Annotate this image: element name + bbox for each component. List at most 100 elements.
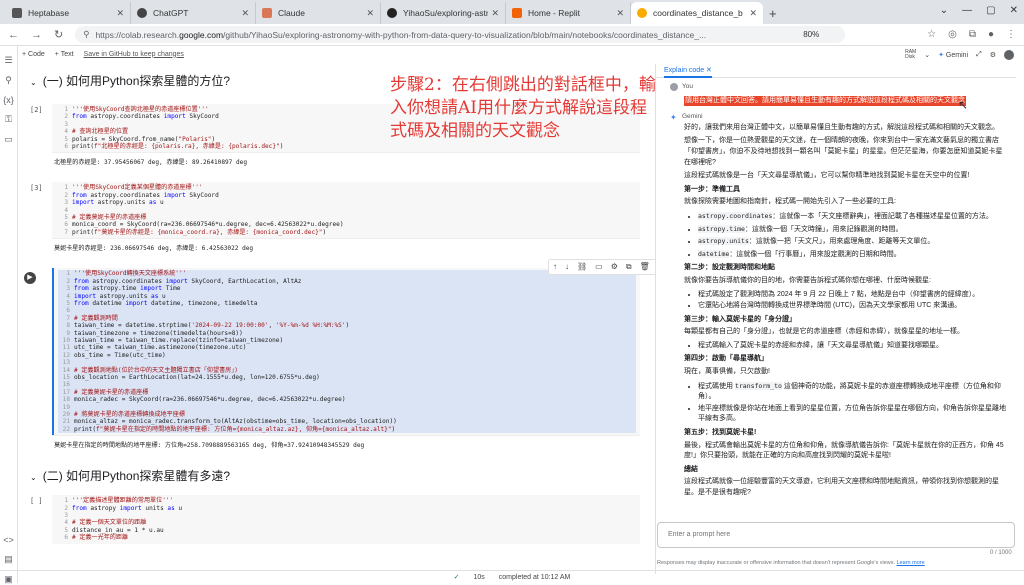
tab-colab[interactable]: coordinates_distance_b ✕: [631, 2, 763, 24]
settings-icon[interactable]: ⚙: [990, 51, 996, 59]
cell-output: 莫妮卡星在指定的時間地點的地平座標: 方位角=258.7098889563165…: [52, 435, 640, 453]
user-avatar[interactable]: [1004, 50, 1014, 60]
mouse-cursor-icon: ↖: [958, 98, 969, 112]
link-icon[interactable]: ⛓: [577, 262, 587, 272]
colab-left-sidebar: ☰ ⚲ {x} ⚿ ▭ <> ▤ ▣: [0, 46, 18, 584]
variables-icon[interactable]: {x}: [0, 95, 17, 105]
tab-chatgpt[interactable]: ChatGPT ✕: [131, 2, 256, 24]
list-item: 程式碼設定了觀測時間為 2024 年 9 月 22 日晚上 7 點，地點是台中（…: [698, 290, 1008, 301]
runtime-dropdown-icon[interactable]: ⌄: [924, 51, 930, 59]
command-palette-icon[interactable]: ▤: [0, 554, 17, 565]
learn-more-link[interactable]: Learn more: [897, 560, 925, 566]
reload-icon[interactable]: ↻: [54, 28, 63, 41]
tab-label: Explain code: [664, 66, 705, 74]
tab-title: Home - Replit: [528, 8, 580, 18]
search-icon[interactable]: ⚲: [0, 75, 17, 86]
list-item: 它還貼心地將台灣時間轉換成世界標準時間 (UTC)，因為天文學家都用 UTC 來…: [698, 301, 1008, 312]
item-text: ：這就像一個「天文時鐘」，用來記錄觀測的時間。: [744, 225, 903, 233]
user-header: You: [670, 82, 1008, 93]
heading-text: (一) 如何用Python探索星體的方位?: [42, 74, 231, 88]
new-tab-button[interactable]: +: [763, 6, 783, 24]
minimize-icon[interactable]: —: [962, 5, 972, 16]
gemini-response: 好的，讓我們來用台灣正體中文，以簡單易懂且生動有趣的方式，解說這段程式碼和相關的…: [684, 123, 1008, 499]
comment-icon[interactable]: ▭: [595, 262, 603, 272]
close-icon[interactable]: ✕: [366, 8, 374, 19]
profile-icon[interactable]: ●: [988, 29, 994, 40]
cell-exec-count: [ ]: [30, 497, 43, 506]
address-bar-row: ← → ↻ ⚲ https://colab.research. google.co…: [0, 24, 1024, 46]
tab-claude[interactable]: Claude ✕: [256, 2, 381, 24]
delete-icon[interactable]: 🗑: [640, 262, 650, 272]
mirror-icon[interactable]: ⧉: [626, 262, 632, 272]
add-code-button[interactable]: + Code: [22, 51, 45, 58]
response-paragraph: 這段程式碼就像一位經驗豐富的天文導遊，它利用天文座標和時間地點資訊，帶領你找到你…: [684, 478, 999, 496]
collapse-chevron-icon[interactable]: ⌄: [30, 78, 37, 87]
zoom-level[interactable]: 80%: [799, 30, 824, 39]
close-icon[interactable]: ✕: [116, 8, 124, 19]
section-title: 第二步：設定觀測時間和地點: [684, 264, 775, 272]
url-input[interactable]: ⚲ https://colab.research. google.com/gith…: [75, 26, 846, 43]
cell-settings-icon[interactable]: ⚙: [611, 262, 618, 272]
add-text-button[interactable]: + Text: [55, 51, 74, 58]
code-term: transform_to: [734, 381, 782, 390]
run-cell-button[interactable]: ▶: [24, 272, 36, 284]
code-cell-3[interactable]: 1 '''使用SkyCoord轉換天文座標系統''' 2 from astropy.…: [28, 268, 640, 453]
move-up-icon[interactable]: ↑: [553, 262, 557, 272]
completed-status: completed at 10:12 AM: [498, 573, 571, 581]
files-icon[interactable]: ▭: [0, 134, 17, 145]
browser-tab-bar: Heptabase ✕ ChatGPT ✕ Claude ✕ YihaoSu/expl…: [0, 0, 1024, 24]
bookmark-star-icon[interactable]: ☆: [927, 29, 936, 40]
gemini-button[interactable]: ✦ Gemini: [938, 51, 968, 59]
window-controls: ⌄ — ▢ ✕: [940, 5, 1018, 16]
colab-toolbar: + Code + Text Save in GitHub to keep cha…: [18, 46, 650, 62]
toc-icon[interactable]: ☰: [0, 55, 17, 66]
list-item: 程式碼輸入了莫妮卡星的赤經和赤緯，讓「天文尋星導航儀」知道要找哪顆星。: [698, 341, 1008, 352]
char-counter: 0 / 1000: [990, 550, 1012, 556]
bullet-list: 程式碼輸入了莫妮卡星的赤經和赤緯，讓「天文尋星導航儀」知道要找哪顆星。: [698, 341, 1008, 352]
code-cell-2[interactable]: [3] 1 '''使用SkyCoord定義某個星體的赤道座標''' 2 from a…: [28, 182, 640, 256]
you-label: You: [682, 83, 693, 90]
response-paragraph: 每顆星都有自己的「身分證」，也就是它的赤道座標（赤經和赤緯），就像星星的地址一樣…: [684, 328, 964, 336]
gemini-icon: ✦: [938, 52, 944, 59]
resource-meter[interactable]: RAM Disk: [905, 50, 916, 60]
prompt-input[interactable]: Enter a prompt here: [657, 522, 1015, 548]
forward-icon[interactable]: →: [31, 29, 42, 41]
code-editor[interactable]: 1 '''定義描述星體距離的常用單位''' 2 from astropy impor…: [52, 495, 640, 544]
code-cell-4[interactable]: [ ] 1 '''定義描述星體距離的常用單位''' 2 from astropy i…: [28, 495, 640, 544]
menu-icon[interactable]: ⋮: [1006, 29, 1016, 40]
chatgpt-icon: [137, 8, 147, 18]
secrets-icon[interactable]: ⚿: [0, 114, 17, 125]
code-editor[interactable]: 1 '''使用SkyCoord轉換天文座標系統''' 2 from astropy.…: [52, 268, 640, 436]
close-icon[interactable]: ✕: [749, 8, 757, 19]
cell-exec-count: [2]: [30, 106, 43, 114]
close-icon[interactable]: ✕: [616, 8, 624, 19]
response-paragraph: 好的，讓我們來用台灣正體中文，以簡單易懂且生動有趣的方式，解說這段程式碼和相關的…: [684, 123, 999, 131]
site-info-icon[interactable]: ⚲: [83, 29, 89, 40]
list-item: 程式碼使用 transform_to 這個神奇的功能，將莫妮卡星的赤道座標轉換成…: [698, 381, 1008, 403]
tab-title: Heptabase: [28, 8, 70, 18]
share-icon[interactable]: ⤢: [976, 51, 982, 59]
close-icon[interactable]: ✕: [491, 8, 499, 19]
toolbar-icons: ☆ ◎ ⧉ ● ⋮: [927, 29, 1016, 40]
close-icon[interactable]: ✕: [706, 67, 712, 74]
exec-duration: 10s: [473, 573, 485, 581]
move-down-icon[interactable]: ↓: [565, 262, 569, 272]
maximize-icon[interactable]: ▢: [986, 5, 995, 16]
tab-github[interactable]: YihaoSu/exploring-astro ✕: [381, 2, 506, 24]
collapse-chevron-icon[interactable]: ⌄: [30, 473, 37, 482]
tab-replit[interactable]: Home - Replit ✕: [506, 2, 631, 24]
tab-heptabase[interactable]: Heptabase ✕: [6, 2, 131, 24]
close-window-icon[interactable]: ✕: [1010, 5, 1018, 16]
extension-icon[interactable]: ◎: [948, 29, 957, 40]
tab-search-icon[interactable]: ⌄: [940, 5, 948, 16]
replit-icon: [512, 8, 522, 18]
tutorial-annotation: 步驟2：在右側跳出的對話框中，輸入你想請AI用什麼方式解說這段程式碼及相關的天文…: [390, 75, 656, 141]
response-paragraph: 想像一下，你是一位熱愛觀星的天文迷，在一個晴朗的夜晚，你來到台中一家充滿文藝氣息…: [684, 137, 1003, 166]
save-github-link[interactable]: Save in GitHub to keep changes: [84, 51, 184, 58]
code-editor[interactable]: 1 '''使用SkyCoord定義某個星體的赤道座標''' 2 from astro…: [52, 182, 640, 239]
back-icon[interactable]: ←: [8, 29, 19, 41]
close-icon[interactable]: ✕: [241, 8, 249, 19]
code-snippets-icon[interactable]: <>: [0, 535, 17, 545]
extensions-puzzle-icon[interactable]: ⧉: [969, 29, 976, 40]
tab-explain-code[interactable]: Explain code ✕: [664, 64, 712, 78]
